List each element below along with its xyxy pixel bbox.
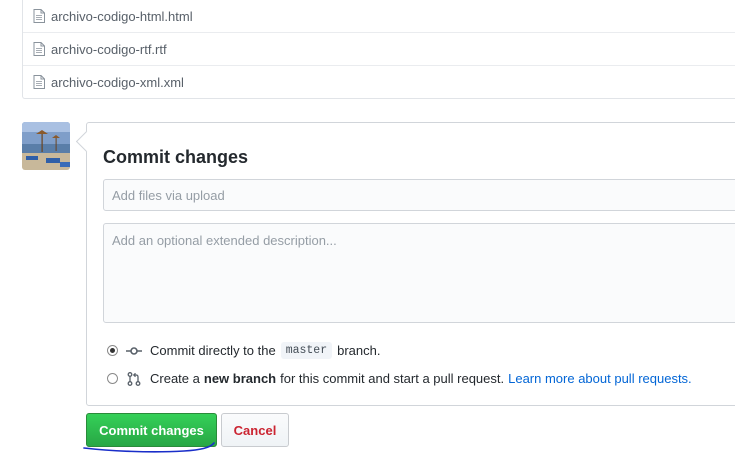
learn-more-pull-requests-link[interactable]: Learn more about pull requests. [508,371,692,386]
commit-description-textarea[interactable] [103,223,735,323]
cancel-button[interactable]: Cancel [221,413,289,447]
commit-directly-option[interactable]: Commit directly to the master branch. [107,342,381,359]
annotation-underline [83,442,215,453]
speech-arrow [75,130,98,153]
commit-directly-text: Commit directly to the [150,343,276,358]
uploaded-file-list: archivo-codigo-html.html archivo-codigo-… [22,0,735,99]
new-branch-option[interactable]: Create a new branch for this commit and … [107,371,692,386]
commit-summary-input[interactable] [103,179,735,211]
commit-directly-radio[interactable] [107,345,118,356]
new-branch-text-suffix: for this commit and start a pull request… [280,371,505,386]
commit-directly-suffix: branch. [337,343,381,358]
file-name: archivo-codigo-rtf.rtf [51,41,167,57]
git-pull-request-icon [127,371,141,386]
file-icon [33,42,45,56]
file-icon [33,9,45,23]
avatar-beach-image [22,122,70,170]
new-branch-text-prefix: Create a [150,371,200,386]
branch-name: master [280,342,333,359]
avatar[interactable] [22,122,70,170]
git-commit-icon [126,346,142,355]
commit-form: Commit changes Commit directly to the ma… [75,122,735,406]
new-branch-radio[interactable] [107,373,118,384]
file-row[interactable]: archivo-codigo-xml.xml [23,65,735,98]
commit-form-title: Commit changes [103,147,249,167]
file-row[interactable]: archivo-codigo-html.html [23,0,735,32]
new-branch-bold: new branch [203,371,277,386]
file-name: archivo-codigo-html.html [51,8,193,24]
file-icon [33,75,45,89]
file-name: archivo-codigo-xml.xml [51,74,184,90]
file-row[interactable]: archivo-codigo-rtf.rtf [23,32,735,65]
